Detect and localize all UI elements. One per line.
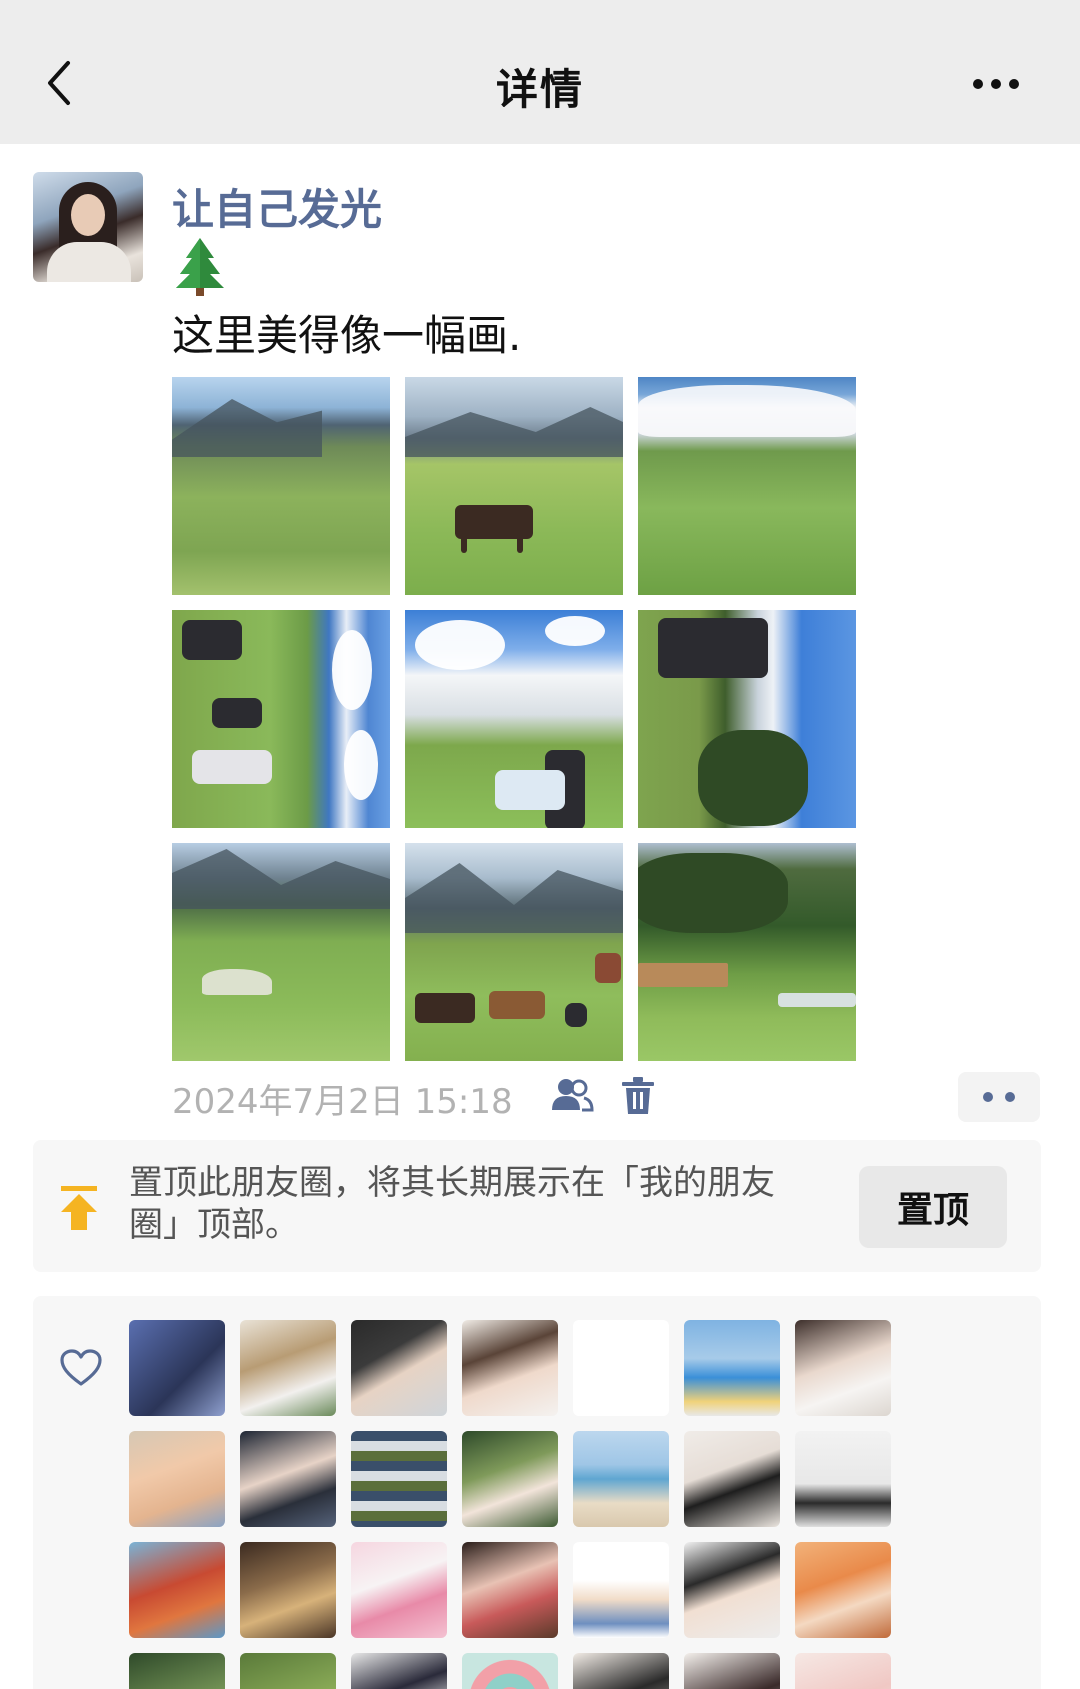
- like-avatar[interactable]: [462, 1431, 558, 1527]
- like-avatar[interactable]: [573, 1320, 669, 1416]
- evergreen-tree-icon: [172, 236, 228, 296]
- people-icon: [552, 1079, 594, 1112]
- post-photo[interactable]: [405, 377, 623, 595]
- like-avatar[interactable]: [129, 1320, 225, 1416]
- photo-grid: [172, 377, 856, 1061]
- like-avatar[interactable]: [129, 1542, 225, 1638]
- post-photo[interactable]: [172, 377, 390, 595]
- pin-description: 置顶此朋友圈，将其长期展示在「我的朋友圈」顶部。: [129, 1163, 775, 1245]
- trash-icon: [622, 1077, 654, 1114]
- like-avatar[interactable]: [795, 1653, 891, 1689]
- post-photo[interactable]: [172, 610, 390, 828]
- post-text: 这里美得像一幅画.: [172, 311, 522, 360]
- like-avatar[interactable]: [351, 1542, 447, 1638]
- like-avatar[interactable]: [351, 1431, 447, 1527]
- like-avatar[interactable]: [462, 1542, 558, 1638]
- page-title: 详情: [495, 65, 584, 114]
- like-avatars: [129, 1320, 891, 1689]
- pin-top-icon: [59, 1184, 99, 1232]
- like-avatar[interactable]: [795, 1431, 891, 1527]
- like-avatar[interactable]: [351, 1320, 447, 1416]
- post-photo[interactable]: [638, 377, 856, 595]
- like-avatar[interactable]: [795, 1320, 891, 1416]
- like-avatar[interactable]: [684, 1653, 780, 1689]
- post-photo[interactable]: [405, 843, 623, 1061]
- more-icon: [973, 79, 1019, 89]
- like-avatar[interactable]: [684, 1431, 780, 1527]
- like-avatar[interactable]: [351, 1653, 447, 1689]
- like-avatar[interactable]: [240, 1320, 336, 1416]
- like-avatar[interactable]: [129, 1431, 225, 1527]
- more-button[interactable]: [956, 62, 1036, 106]
- like-avatar[interactable]: [573, 1431, 669, 1527]
- like-avatar[interactable]: [129, 1653, 225, 1689]
- likes-panel: [33, 1296, 1041, 1689]
- pin-banner: 置顶此朋友圈，将其长期展示在「我的朋友圈」顶部。 置顶: [33, 1140, 1041, 1272]
- like-avatar[interactable]: [240, 1431, 336, 1527]
- post-photo[interactable]: [638, 843, 856, 1061]
- pin-button[interactable]: 置顶: [859, 1166, 1007, 1248]
- comment-like-button[interactable]: [958, 1072, 1040, 1122]
- like-avatar[interactable]: [795, 1542, 891, 1638]
- delete-button[interactable]: [620, 1076, 656, 1116]
- post-photo[interactable]: [638, 610, 856, 828]
- post-photo[interactable]: [172, 843, 390, 1061]
- like-avatar[interactable]: [462, 1320, 558, 1416]
- post-time: 2024年7月2日 15:18: [172, 1082, 513, 1122]
- two-dots-icon: [983, 1092, 1015, 1102]
- like-avatar[interactable]: [462, 1653, 558, 1689]
- like-avatar[interactable]: [240, 1653, 336, 1689]
- visibility-button[interactable]: [550, 1076, 594, 1116]
- author-name[interactable]: 让自己发光: [172, 176, 382, 237]
- like-avatar[interactable]: [573, 1653, 669, 1689]
- like-avatar[interactable]: [684, 1542, 780, 1638]
- like-avatar[interactable]: [684, 1320, 780, 1416]
- post-photo[interactable]: [405, 610, 623, 828]
- like-avatar[interactable]: [240, 1542, 336, 1638]
- like-avatar[interactable]: [573, 1542, 669, 1638]
- nav-bar: 详情: [0, 0, 1080, 144]
- author-avatar[interactable]: [33, 172, 143, 282]
- heart-icon: [59, 1348, 103, 1388]
